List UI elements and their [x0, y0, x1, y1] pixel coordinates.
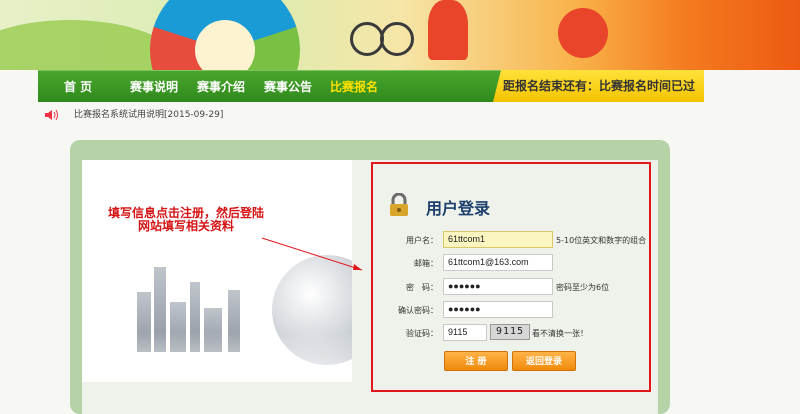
password-field[interactable]: ●●●●●● — [443, 278, 553, 295]
captcha-field[interactable]: 9115 — [443, 324, 487, 341]
confirm-password-label: 确认密码： — [398, 306, 438, 315]
username-hint: 5-10位英文和数字的组合 — [556, 236, 647, 245]
password-hint: 密码至少为6位 — [556, 283, 610, 292]
password-label: 密 码： — [406, 283, 438, 292]
back-to-login-button[interactable]: 返回登录 — [512, 351, 576, 371]
email-label: 邮箱： — [414, 259, 438, 268]
captcha-label: 验证码： — [406, 329, 438, 338]
lock-icon — [388, 192, 408, 216]
confirm-password-field[interactable]: ●●●●●● — [443, 301, 553, 318]
username-label: 用户名： — [406, 236, 438, 245]
highlight-box — [371, 162, 651, 392]
register-button[interactable]: 注 册 — [444, 351, 508, 371]
email-field[interactable]: 61ttcom1@163.com — [443, 254, 553, 271]
refresh-captcha-link[interactable]: 看不清换一张！ — [532, 328, 588, 339]
username-field[interactable]: 61ttcom1 — [443, 231, 553, 248]
captcha-image[interactable]: 9115 — [490, 324, 530, 340]
